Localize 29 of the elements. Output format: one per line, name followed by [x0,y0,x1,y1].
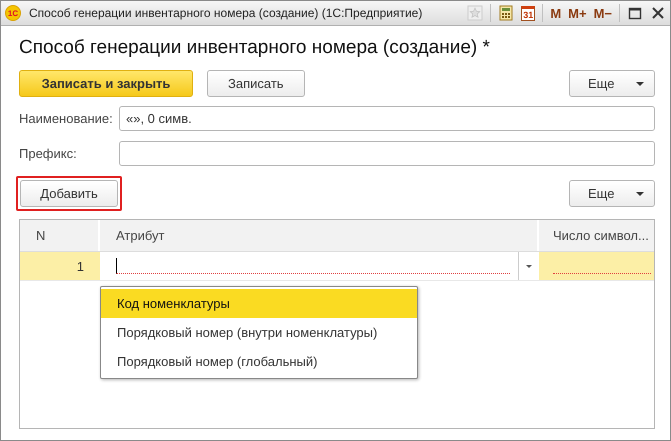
maximize-icon[interactable] [627,5,643,21]
calculator-icon[interactable] [498,5,514,21]
caret-icon [636,82,644,86]
caret-icon [526,264,532,268]
memory-button[interactable]: M− [594,6,612,20]
field-label: Префикс: [18,146,78,161]
dropdown-option[interactable]: Порядковый номер (внутри номенклатуры) [101,318,417,347]
memory-button[interactable]: M [550,6,562,20]
caret-icon [636,192,644,196]
app-logo: 1С [5,5,21,21]
table-cell[interactable] [539,252,654,280]
more-button[interactable]: Еще [569,70,655,97]
dropdown-option[interactable]: Порядковый номер (глобальный) [101,347,417,376]
save-and-close-button[interactable]: Записать и закрыть [19,70,193,97]
table-cell: 1 [20,252,100,280]
input-field[interactable]: «», 0 симв. [119,106,655,131]
add-button[interactable]: Добавить [20,180,118,207]
input-field[interactable] [119,141,655,166]
calendar-button[interactable]: 31 [521,6,536,20]
field-label: Наименование: [18,111,114,126]
star-icon[interactable] [467,5,484,21]
close-icon[interactable] [650,5,666,21]
more-button[interactable]: Еще [569,180,655,207]
memory-button[interactable]: M+ [568,6,587,20]
column-header: Число символ... [552,227,650,245]
form-heading: Способ генерации инвентарного номера (создание) * [19,37,491,59]
dropdown-option[interactable]: Код номенклатуры [101,289,417,318]
save-button[interactable]: Записать [207,70,305,97]
window-title: Способ генерации инвентарного номера (создание) (1С:Предприятие) [29,6,424,20]
